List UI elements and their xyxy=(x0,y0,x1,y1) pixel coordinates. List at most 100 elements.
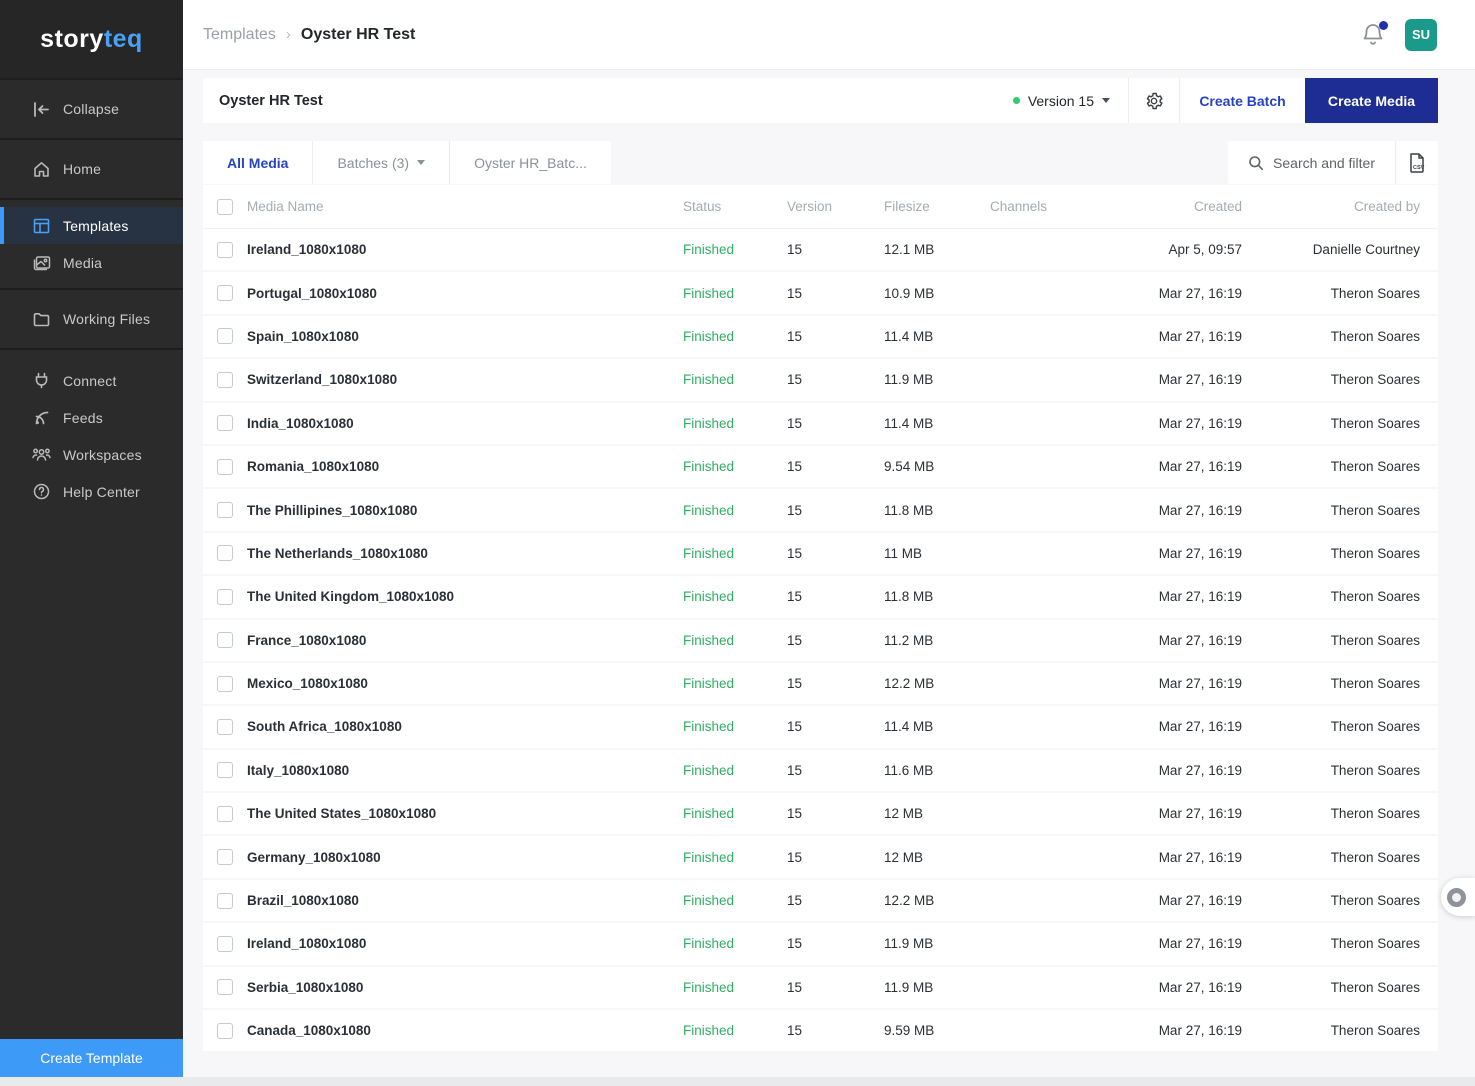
row-checkbox[interactable] xyxy=(217,502,233,518)
storyteq-logo[interactable]: storyteq xyxy=(0,0,183,80)
main-area: Templates › Oyster HR Test SU Oyster HR … xyxy=(183,0,1475,1077)
table-row[interactable]: Romania_1080x1080 Finished 15 9.54 MB Ma… xyxy=(203,446,1438,489)
created-cell: Mar 27, 16:19 xyxy=(1110,980,1242,995)
row-checkbox[interactable] xyxy=(217,762,233,778)
status-cell: Finished xyxy=(683,763,787,778)
table-row[interactable]: Germany_1080x1080 Finished 15 12 MB Mar … xyxy=(203,836,1438,879)
row-checkbox[interactable] xyxy=(217,589,233,605)
sidebar-item-label: Help Center xyxy=(63,484,140,500)
sidebar-section-files: Working Files xyxy=(0,290,183,350)
column-header-version: Version xyxy=(787,199,884,214)
search-label: Search and filter xyxy=(1273,155,1375,171)
sidebar-item-workspaces[interactable]: Workspaces xyxy=(0,436,183,473)
table-row[interactable]: Mexico_1080x1080 Finished 15 12.2 MB Mar… xyxy=(203,663,1438,706)
table-row[interactable]: France_1080x1080 Finished 15 11.2 MB Mar… xyxy=(203,620,1438,663)
filesize-cell: 9.54 MB xyxy=(884,459,990,474)
tab-oyster-hr-batch[interactable]: Oyster HR_Batc... xyxy=(450,141,611,184)
table-row[interactable]: India_1080x1080 Finished 15 11.4 MB Mar … xyxy=(203,403,1438,446)
status-cell: Finished xyxy=(683,242,787,257)
created-cell: Mar 27, 16:19 xyxy=(1110,546,1242,561)
created-by-cell: Theron Soares xyxy=(1242,503,1420,518)
sidebar-item-label: Workspaces xyxy=(63,447,142,463)
sidebar-item-label: Connect xyxy=(63,373,117,389)
create-media-button[interactable]: Create Media xyxy=(1305,78,1438,123)
table-row[interactable]: Spain_1080x1080 Finished 15 11.4 MB Mar … xyxy=(203,316,1438,359)
row-checkbox[interactable] xyxy=(217,979,233,995)
table-row[interactable]: Ireland_1080x1080 Finished 15 11.9 MB Ma… xyxy=(203,923,1438,966)
breadcrumb-templates-link[interactable]: Templates xyxy=(203,26,276,44)
row-checkbox[interactable] xyxy=(217,849,233,865)
table-row[interactable]: The Phillipines_1080x1080 Finished 15 11… xyxy=(203,489,1438,532)
version-cell: 15 xyxy=(787,936,884,951)
row-checkbox[interactable] xyxy=(217,676,233,692)
created-by-cell: Theron Soares xyxy=(1242,546,1420,561)
row-checkbox[interactable] xyxy=(217,328,233,344)
sidebar-item-working-files[interactable]: Working Files xyxy=(0,297,183,341)
media-name-cell: France_1080x1080 xyxy=(247,633,683,648)
floating-widget-button[interactable] xyxy=(1441,878,1475,916)
create-template-button[interactable]: Create Template xyxy=(0,1039,183,1077)
sidebar-item-collapse[interactable]: Collapse xyxy=(0,87,183,131)
csv-export-button[interactable]: CSV xyxy=(1396,141,1438,184)
status-cell: Finished xyxy=(683,459,787,474)
table-row[interactable]: The Netherlands_1080x1080 Finished 15 11… xyxy=(203,533,1438,576)
row-checkbox[interactable] xyxy=(217,545,233,561)
create-batch-button[interactable]: Create Batch xyxy=(1180,78,1305,123)
media-name-cell: Brazil_1080x1080 xyxy=(247,893,683,908)
table-row[interactable]: Portugal_1080x1080 Finished 15 10.9 MB M… xyxy=(203,272,1438,315)
table-row[interactable]: Brazil_1080x1080 Finished 15 12.2 MB Mar… xyxy=(203,880,1438,923)
select-all-checkbox[interactable] xyxy=(217,199,233,215)
row-checkbox[interactable] xyxy=(217,893,233,909)
table-row[interactable]: The United States_1080x1080 Finished 15 … xyxy=(203,793,1438,836)
sidebar-item-help-center[interactable]: Help Center xyxy=(0,473,183,510)
sidebar-item-home[interactable]: Home xyxy=(0,147,183,191)
widget-ring-icon xyxy=(1447,888,1466,907)
version-selector[interactable]: Version 15 xyxy=(995,78,1128,123)
table-row[interactable]: The United Kingdom_1080x1080 Finished 15… xyxy=(203,576,1438,619)
table-row[interactable]: South Africa_1080x1080 Finished 15 11.4 … xyxy=(203,706,1438,749)
created-by-cell: Theron Soares xyxy=(1242,1023,1420,1038)
row-checkbox[interactable] xyxy=(217,632,233,648)
row-checkbox[interactable] xyxy=(217,372,233,388)
filesize-cell: 11.9 MB xyxy=(884,936,990,951)
row-checkbox[interactable] xyxy=(217,806,233,822)
table-row[interactable]: Ireland_1080x1080 Finished 15 12.1 MB Ap… xyxy=(203,229,1438,272)
table-row[interactable]: Canada_1080x1080 Finished 15 9.59 MB Mar… xyxy=(203,1010,1438,1053)
row-checkbox[interactable] xyxy=(217,285,233,301)
sidebar-item-templates[interactable]: Templates xyxy=(0,207,183,244)
table-row[interactable]: Italy_1080x1080 Finished 15 11.6 MB Mar … xyxy=(203,750,1438,793)
filesize-cell: 11.4 MB xyxy=(884,719,990,734)
sidebar-item-connect[interactable]: Connect xyxy=(0,362,183,399)
sidebar-item-feeds[interactable]: Feeds xyxy=(0,399,183,436)
sidebar-item-label: Media xyxy=(63,255,102,271)
created-cell: Mar 27, 16:19 xyxy=(1110,763,1242,778)
user-avatar[interactable]: SU xyxy=(1405,19,1437,51)
version-cell: 15 xyxy=(787,850,884,865)
row-checkbox[interactable] xyxy=(217,719,233,735)
status-cell: Finished xyxy=(683,372,787,387)
created-cell: Mar 27, 16:19 xyxy=(1110,286,1242,301)
version-cell: 15 xyxy=(787,1023,884,1038)
tab-batches[interactable]: Batches (3) xyxy=(313,141,450,184)
created-cell: Mar 27, 16:19 xyxy=(1110,676,1242,691)
filesize-cell: 11 MB xyxy=(884,546,990,561)
sidebar-item-media[interactable]: Media xyxy=(0,244,183,281)
sidebar-item-label: Home xyxy=(63,161,101,177)
notifications-button[interactable] xyxy=(1361,22,1387,48)
media-name-cell: South Africa_1080x1080 xyxy=(247,719,683,734)
created-by-cell: Danielle Courtney xyxy=(1242,242,1420,257)
status-cell: Finished xyxy=(683,806,787,821)
collapse-icon xyxy=(32,100,51,119)
toolbar-actions: Version 15 Create Batch Create Media xyxy=(995,78,1438,123)
row-checkbox[interactable] xyxy=(217,459,233,475)
table-row[interactable]: Switzerland_1080x1080 Finished 15 11.9 M… xyxy=(203,359,1438,402)
table-row[interactable]: Serbia_1080x1080 Finished 15 11.9 MB Mar… xyxy=(203,967,1438,1010)
settings-button[interactable] xyxy=(1129,78,1179,123)
row-checkbox[interactable] xyxy=(217,242,233,258)
row-checkbox[interactable] xyxy=(217,936,233,952)
row-checkbox[interactable] xyxy=(217,1023,233,1039)
svg-text:CSV: CSV xyxy=(1413,165,1425,171)
tab-all-media[interactable]: All Media xyxy=(203,141,313,184)
search-and-filter-button[interactable]: Search and filter xyxy=(1228,141,1395,184)
row-checkbox[interactable] xyxy=(217,415,233,431)
